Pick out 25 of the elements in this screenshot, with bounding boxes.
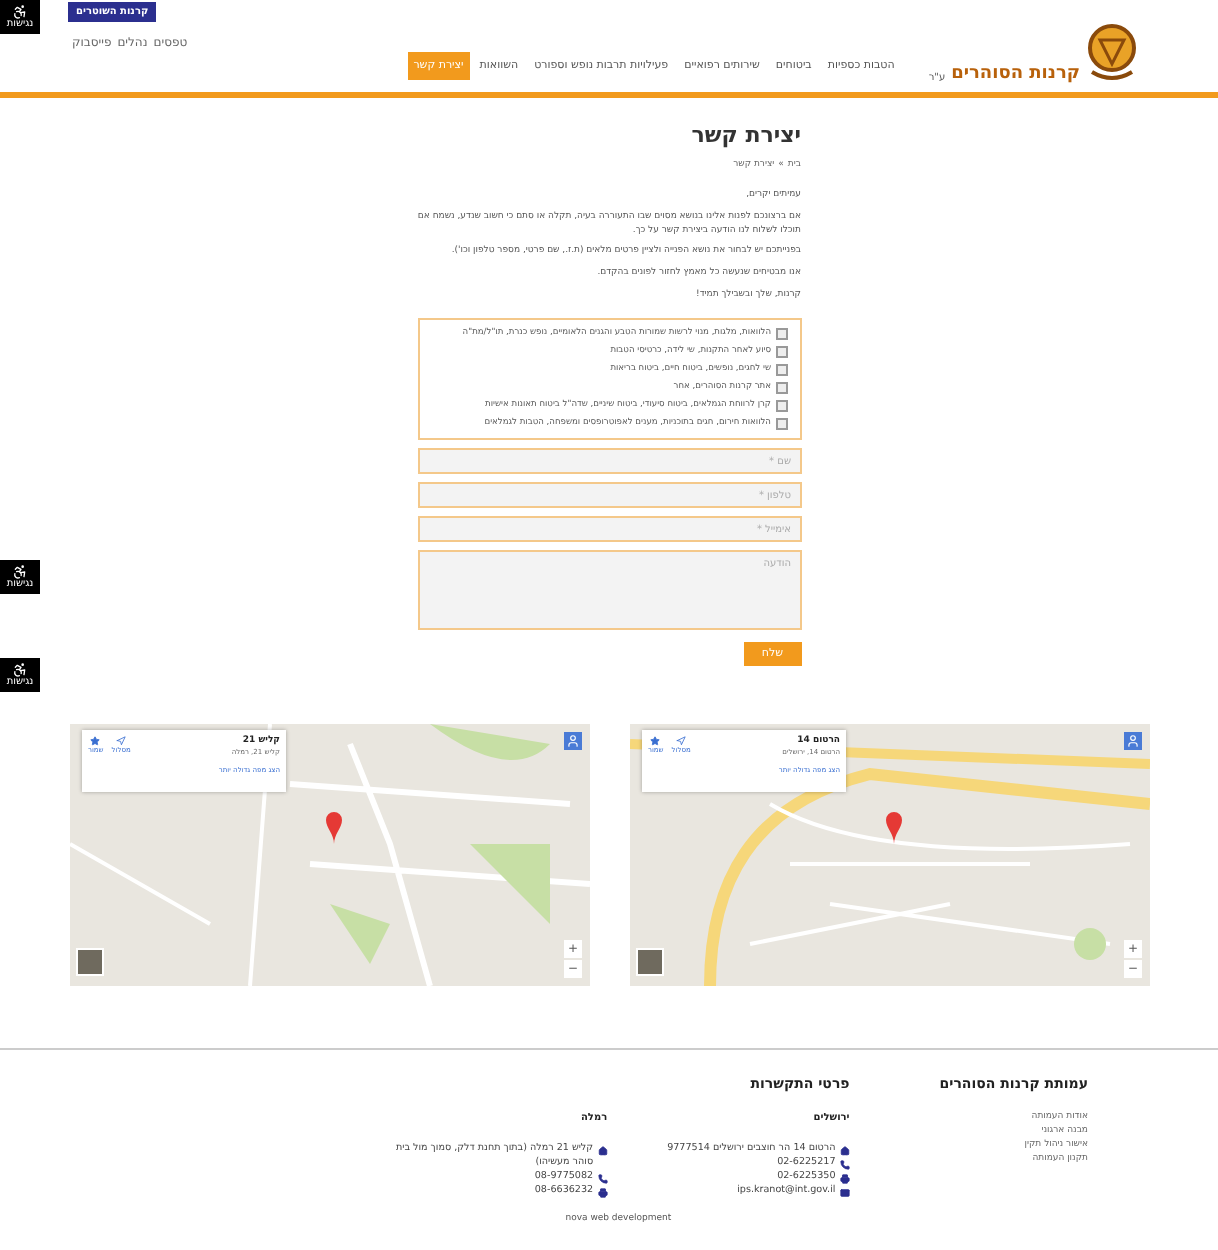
person-icon[interactable]	[564, 732, 582, 751]
page-title: יצירת קשר	[689, 122, 801, 148]
accessibility-icon	[12, 4, 28, 20]
checkbox[interactable]	[775, 418, 787, 431]
person-icon[interactable]	[1124, 732, 1142, 751]
checkbox[interactable]	[775, 363, 787, 376]
directions-icon	[116, 736, 127, 747]
accessibility-icon	[12, 564, 28, 580]
checkbox[interactable]	[775, 327, 787, 340]
satellite-thumbnail[interactable]	[636, 948, 664, 977]
mail-icon	[839, 1187, 850, 1198]
satellite-thumbnail[interactable]	[76, 948, 104, 977]
accessibility-icon	[12, 662, 28, 678]
directions-icon	[676, 736, 687, 747]
emblem-icon	[1086, 20, 1138, 84]
home-icon	[597, 1146, 608, 1157]
home-icon	[839, 1146, 850, 1157]
phone-icon	[597, 1173, 608, 1184]
star-icon	[650, 736, 661, 747]
checkbox[interactable]	[775, 400, 787, 413]
checkbox[interactable]	[775, 382, 787, 395]
checkbox[interactable]	[775, 345, 787, 358]
phone-icon	[839, 1160, 850, 1171]
star-icon	[90, 736, 101, 747]
logo-text: קרנות הסוהרים	[951, 64, 1080, 84]
